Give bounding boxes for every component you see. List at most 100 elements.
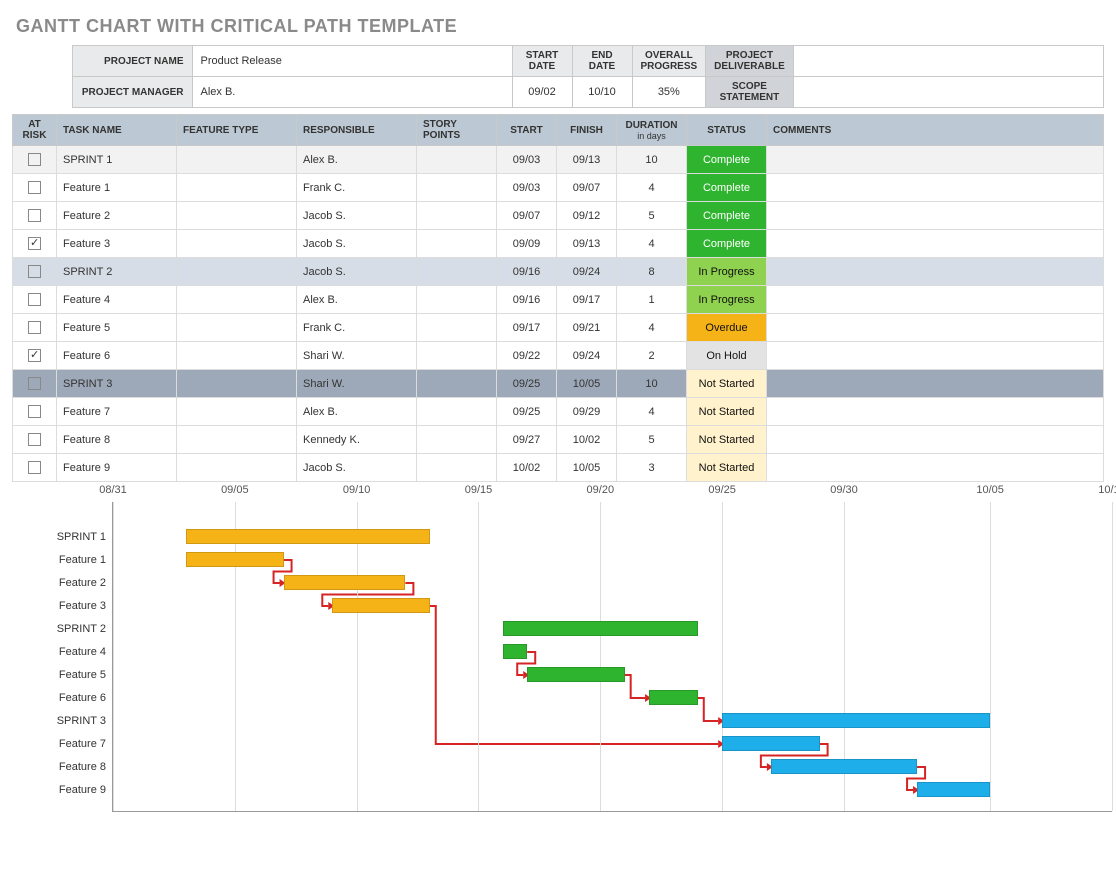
cell-duration[interactable]: 4 <box>617 398 687 426</box>
cell-feature-type[interactable] <box>177 426 297 454</box>
cell-story-points[interactable] <box>417 370 497 398</box>
cell-feature-type[interactable] <box>177 314 297 342</box>
cell-responsible[interactable]: Jacob S. <box>297 454 417 482</box>
cell-task-name[interactable]: Feature 4 <box>57 286 177 314</box>
cell-comments[interactable] <box>767 370 1104 398</box>
gantt-bar[interactable] <box>186 529 430 544</box>
cell-feature-type[interactable] <box>177 454 297 482</box>
cell-start[interactable]: 09/25 <box>497 370 557 398</box>
cell-comments[interactable] <box>767 426 1104 454</box>
cell-start[interactable]: 09/09 <box>497 230 557 258</box>
cell-comments[interactable] <box>767 202 1104 230</box>
cell-finish[interactable]: 09/24 <box>557 342 617 370</box>
cell-finish[interactable]: 09/13 <box>557 146 617 174</box>
gantt-bar[interactable] <box>503 644 527 659</box>
cell-feature-type[interactable] <box>177 258 297 286</box>
cell-duration[interactable]: 10 <box>617 146 687 174</box>
cell-duration[interactable]: 4 <box>617 230 687 258</box>
cell-story-points[interactable] <box>417 398 497 426</box>
cell-responsible[interactable]: Frank C. <box>297 174 417 202</box>
cell-status[interactable]: Complete <box>687 146 767 174</box>
cell-feature-type[interactable] <box>177 202 297 230</box>
cell-finish[interactable]: 10/05 <box>557 454 617 482</box>
cell-task-name[interactable]: Feature 6 <box>57 342 177 370</box>
cell-feature-type[interactable] <box>177 342 297 370</box>
cell-feature-type[interactable] <box>177 174 297 202</box>
cell-status[interactable]: Complete <box>687 202 767 230</box>
cell-duration[interactable]: 1 <box>617 286 687 314</box>
cell-feature-type[interactable] <box>177 398 297 426</box>
cell-responsible[interactable]: Jacob S. <box>297 230 417 258</box>
cell-status[interactable]: Overdue <box>687 314 767 342</box>
at-risk-checkbox[interactable] <box>28 349 41 362</box>
cell-start[interactable]: 09/22 <box>497 342 557 370</box>
value-overall-progress[interactable]: 35% <box>632 77 706 108</box>
cell-finish[interactable]: 10/05 <box>557 370 617 398</box>
cell-finish[interactable]: 09/13 <box>557 230 617 258</box>
gantt-bar[interactable] <box>527 667 624 682</box>
cell-feature-type[interactable] <box>177 230 297 258</box>
cell-feature-type[interactable] <box>177 146 297 174</box>
gantt-bar[interactable] <box>722 713 990 728</box>
cell-responsible[interactable]: Frank C. <box>297 314 417 342</box>
cell-task-name[interactable]: Feature 9 <box>57 454 177 482</box>
at-risk-checkbox[interactable] <box>28 405 41 418</box>
cell-finish[interactable]: 10/02 <box>557 426 617 454</box>
cell-start[interactable]: 09/25 <box>497 398 557 426</box>
cell-task-name[interactable]: Feature 5 <box>57 314 177 342</box>
cell-task-name[interactable]: Feature 3 <box>57 230 177 258</box>
cell-start[interactable]: 09/03 <box>497 146 557 174</box>
value-scope-statement[interactable] <box>793 77 1103 108</box>
cell-comments[interactable] <box>767 398 1104 426</box>
at-risk-checkbox[interactable] <box>28 153 41 166</box>
cell-comments[interactable] <box>767 314 1104 342</box>
cell-start[interactable]: 09/27 <box>497 426 557 454</box>
cell-story-points[interactable] <box>417 426 497 454</box>
cell-status[interactable]: Not Started <box>687 454 767 482</box>
cell-responsible[interactable]: Alex B. <box>297 398 417 426</box>
cell-task-name[interactable]: Feature 7 <box>57 398 177 426</box>
cell-status[interactable]: In Progress <box>687 286 767 314</box>
cell-duration[interactable]: 3 <box>617 454 687 482</box>
cell-duration[interactable]: 4 <box>617 314 687 342</box>
gantt-bar[interactable] <box>186 552 283 567</box>
at-risk-checkbox[interactable] <box>28 461 41 474</box>
cell-comments[interactable] <box>767 342 1104 370</box>
value-project-name[interactable]: Product Release <box>192 46 512 77</box>
cell-duration[interactable]: 10 <box>617 370 687 398</box>
value-start-date[interactable]: 09/02 <box>512 77 572 108</box>
at-risk-checkbox[interactable] <box>28 321 41 334</box>
cell-duration[interactable]: 5 <box>617 426 687 454</box>
cell-start[interactable]: 09/07 <box>497 202 557 230</box>
cell-finish[interactable]: 09/21 <box>557 314 617 342</box>
cell-finish[interactable]: 09/17 <box>557 286 617 314</box>
cell-story-points[interactable] <box>417 174 497 202</box>
cell-story-points[interactable] <box>417 258 497 286</box>
cell-task-name[interactable]: Feature 1 <box>57 174 177 202</box>
cell-status[interactable]: In Progress <box>687 258 767 286</box>
gantt-bar[interactable] <box>503 621 698 636</box>
cell-duration[interactable]: 8 <box>617 258 687 286</box>
cell-status[interactable]: Not Started <box>687 370 767 398</box>
value-project-deliverable[interactable] <box>793 46 1103 77</box>
cell-story-points[interactable] <box>417 454 497 482</box>
cell-start[interactable]: 09/17 <box>497 314 557 342</box>
at-risk-checkbox[interactable] <box>28 181 41 194</box>
gantt-bar[interactable] <box>332 598 429 613</box>
cell-comments[interactable] <box>767 174 1104 202</box>
cell-comments[interactable] <box>767 146 1104 174</box>
at-risk-checkbox[interactable] <box>28 209 41 222</box>
cell-task-name[interactable]: Feature 2 <box>57 202 177 230</box>
cell-start[interactable]: 09/03 <box>497 174 557 202</box>
at-risk-checkbox[interactable] <box>28 433 41 446</box>
cell-status[interactable]: Not Started <box>687 398 767 426</box>
cell-responsible[interactable]: Kennedy K. <box>297 426 417 454</box>
cell-responsible[interactable]: Alex B. <box>297 146 417 174</box>
cell-story-points[interactable] <box>417 202 497 230</box>
cell-task-name[interactable]: SPRINT 3 <box>57 370 177 398</box>
cell-responsible[interactable]: Shari W. <box>297 342 417 370</box>
cell-story-points[interactable] <box>417 146 497 174</box>
cell-duration[interactable]: 2 <box>617 342 687 370</box>
gantt-bar[interactable] <box>649 690 698 705</box>
cell-story-points[interactable] <box>417 230 497 258</box>
